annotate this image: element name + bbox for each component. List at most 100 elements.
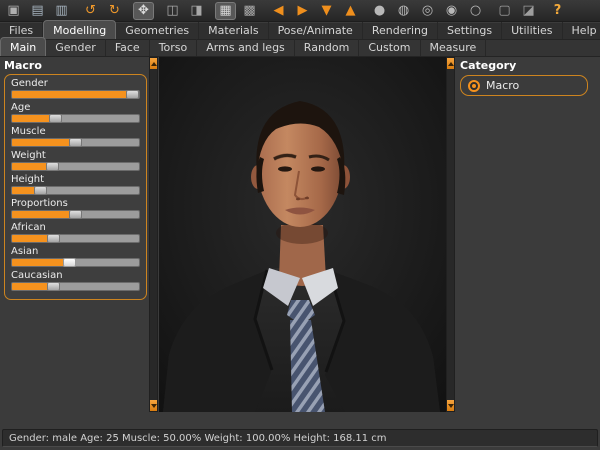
category-panel-title: Category [460,59,595,72]
slider-fill [12,211,76,218]
subtab-measure[interactable]: Measure [421,39,487,56]
viewport-3d[interactable] [159,57,446,412]
slider-age-label: Age [11,102,140,113]
slider-handle[interactable] [34,186,47,195]
proxy-mesh-icon[interactable]: ◉ [441,2,462,20]
symmetry-left-icon[interactable]: ◀ [268,2,289,20]
slider-weight: Weight [11,150,140,171]
bottom-bar: Gender: male Age: 25 Muscle: 50.00% Weig… [0,412,600,450]
mirror-down-icon[interactable]: ▼ [316,2,337,20]
slider-gender-track[interactable] [11,90,140,99]
background-checker-icon[interactable]: ▦ [215,2,236,20]
help-icon[interactable]: ? [547,2,568,20]
slider-caucasian-label: Caucasian [11,270,140,281]
slider-height-track[interactable] [11,186,140,195]
subdivide-icon[interactable]: ◎ [417,2,438,20]
status-text: Gender: male Age: 25 Muscle: 50.00% Weig… [9,433,387,444]
measure-tool-icon[interactable]: ◨ [186,2,207,20]
modelling-sub-tabs: Main Gender Face Torso Arms and legs Ran… [0,40,600,57]
slider-muscle: Muscle [11,126,140,147]
slider-handle[interactable] [63,258,76,267]
mirror-up-icon[interactable]: ▲ [340,2,361,20]
uv-map-icon[interactable]: ○ [465,2,486,20]
scroll-up-icon[interactable] [447,58,454,69]
main-menu-tabs: Files Modelling Geometries Materials Pos… [0,23,600,40]
macro-panel-title: Macro [4,59,147,72]
slider-proportions-label: Proportions [11,198,140,209]
slider-handle[interactable] [47,282,60,291]
tab-utilities[interactable]: Utilities [502,22,562,39]
slider-african-label: African [11,222,140,233]
slider-handle[interactable] [47,234,60,243]
tab-help[interactable]: Help [563,22,600,39]
subtab-custom[interactable]: Custom [359,39,420,56]
load-file-icon[interactable]: ▥ [51,2,72,20]
tab-settings[interactable]: Settings [438,22,502,39]
slider-muscle-label: Muscle [11,126,140,137]
tab-rendering[interactable]: Rendering [363,22,438,39]
slider-handle[interactable] [49,114,62,123]
left-panel-scrollbar[interactable] [149,57,158,412]
slider-weight-track[interactable] [11,162,140,171]
subtab-random[interactable]: Random [295,39,360,56]
category-item-label: Macro [486,79,519,92]
macro-slider-group: Gender Age Muscle Weight [4,74,147,300]
slider-asian-label: Asian [11,246,140,257]
subtab-face[interactable]: Face [106,39,150,56]
slider-age: Age [11,102,140,123]
subtab-gender[interactable]: Gender [46,39,106,56]
slider-weight-label: Weight [11,150,140,161]
save-file-icon[interactable]: ▤ [27,2,48,20]
symmetry-right-icon[interactable]: ▶ [292,2,313,20]
render-icon[interactable]: ▣ [3,2,24,20]
scroll-down-icon[interactable] [447,400,454,411]
slider-height: Height [11,174,140,195]
main-toolbar: ▣ ▤ ▥ ↺ ↻ ✥ ◫ ◨ ▦ ▩ ◀ ▶ ▼ ▲ ● ◍ ◎ ◉ ○ ▢ … [0,0,600,22]
grab-tool-icon[interactable]: ✥ [133,2,154,20]
camera-reset-icon[interactable]: ▢ [494,2,515,20]
slider-gender-label: Gender [11,78,140,89]
subtab-main[interactable]: Main [0,37,46,56]
tab-geometries[interactable]: Geometries [116,22,199,39]
radio-selected-icon [468,80,480,92]
slider-proportions-track[interactable] [11,210,140,219]
category-item-macro[interactable]: Macro [460,75,588,96]
smooth-mesh-icon[interactable]: ● [369,2,390,20]
grid-icon[interactable]: ▩ [239,2,260,20]
category-panel: Category Macro [456,57,600,412]
slider-fill [12,91,135,98]
slider-caucasian: Caucasian [11,270,140,291]
redo-icon[interactable]: ↻ [104,2,125,20]
slider-caucasian-track[interactable] [11,282,140,291]
tab-materials[interactable]: Materials [199,22,268,39]
slider-fill [12,259,70,266]
zoom-tool-icon[interactable]: ◫ [162,2,183,20]
slider-handle[interactable] [69,210,82,219]
slider-gender: Gender [11,78,140,99]
slider-age-track[interactable] [11,114,140,123]
subtab-arms-and-legs[interactable]: Arms and legs [197,39,295,56]
slider-handle[interactable] [126,90,139,99]
slider-asian-track[interactable] [11,258,140,267]
subtab-torso[interactable]: Torso [150,39,198,56]
tab-modelling[interactable]: Modelling [43,20,116,39]
slider-fill [12,139,76,146]
slider-proportions: Proportions [11,198,140,219]
slider-asian: Asian [11,246,140,267]
character-preview [159,57,446,412]
slider-handle[interactable] [69,138,82,147]
camera-view-icon[interactable]: ◪ [518,2,539,20]
scroll-down-icon[interactable] [150,400,157,411]
tab-pose-animate[interactable]: Pose/Animate [269,22,363,39]
slider-african: African [11,222,140,243]
slider-muscle-track[interactable] [11,138,140,147]
slider-handle[interactable] [46,162,59,171]
wireframe-icon[interactable]: ◍ [393,2,414,20]
viewport-scrollbar[interactable] [446,57,455,412]
undo-icon[interactable]: ↺ [80,2,101,20]
scroll-up-icon[interactable] [150,58,157,69]
slider-african-track[interactable] [11,234,140,243]
slider-height-label: Height [11,174,140,185]
status-bar: Gender: male Age: 25 Muscle: 50.00% Weig… [2,429,598,447]
macro-panel: Macro Gender Age Muscle Weight [0,57,150,412]
